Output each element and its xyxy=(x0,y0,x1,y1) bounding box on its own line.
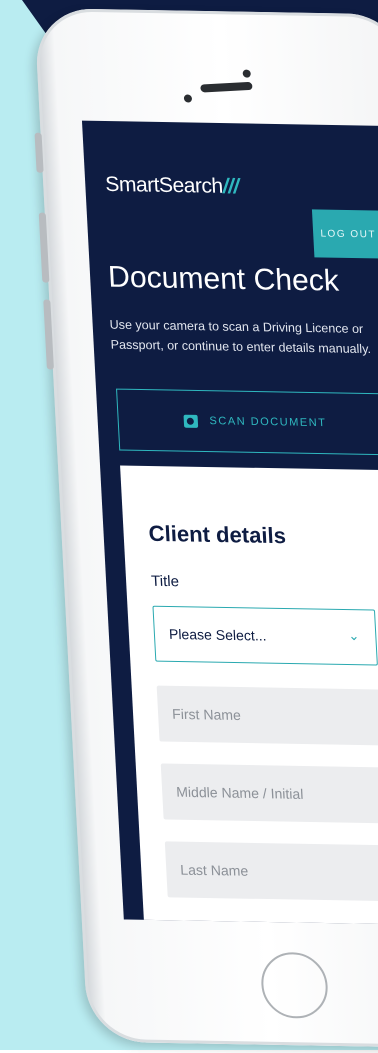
client-details-card: Client details Title Please Select... ⌄ … xyxy=(120,465,378,925)
proximity-sensor xyxy=(183,94,193,103)
logo-text: SmartSearch xyxy=(104,172,224,198)
home-button xyxy=(259,951,330,1019)
title-label: Title xyxy=(150,572,180,591)
earpiece-speaker xyxy=(200,81,253,93)
smartsearch-logo: SmartSearch/// xyxy=(105,173,240,199)
client-details-heading: Client details xyxy=(147,520,287,549)
logout-button[interactable]: LOG OUT xyxy=(311,209,378,259)
first-name-field[interactable]: First Name xyxy=(156,685,378,746)
chevron-down-icon: ⌄ xyxy=(347,628,360,644)
logo-mark: /// xyxy=(222,174,240,199)
page-title: Document Check xyxy=(107,260,340,298)
scan-document-label: SCAN DOCUMENT xyxy=(209,415,327,430)
title-select[interactable]: Please Select... ⌄ xyxy=(152,605,378,666)
phone-body: SmartSearch/// LOG OUT Document Check Us… xyxy=(34,8,378,1049)
page-description: Use your camera to scan a Driving Licenc… xyxy=(109,317,372,357)
middle-name-field[interactable]: Middle Name / Initial xyxy=(160,763,378,824)
app-screen: SmartSearch/// LOG OUT Document Check Us… xyxy=(81,120,378,925)
phone-mockup: SmartSearch/// LOG OUT Document Check Us… xyxy=(34,8,378,1053)
mute-switch xyxy=(34,132,44,173)
title-select-value: Please Select... xyxy=(168,625,267,644)
camera-icon xyxy=(183,414,198,428)
front-camera xyxy=(242,69,251,78)
last-name-field[interactable]: Last Name xyxy=(164,841,378,902)
scan-document-button[interactable]: SCAN DOCUMENT xyxy=(116,388,378,456)
